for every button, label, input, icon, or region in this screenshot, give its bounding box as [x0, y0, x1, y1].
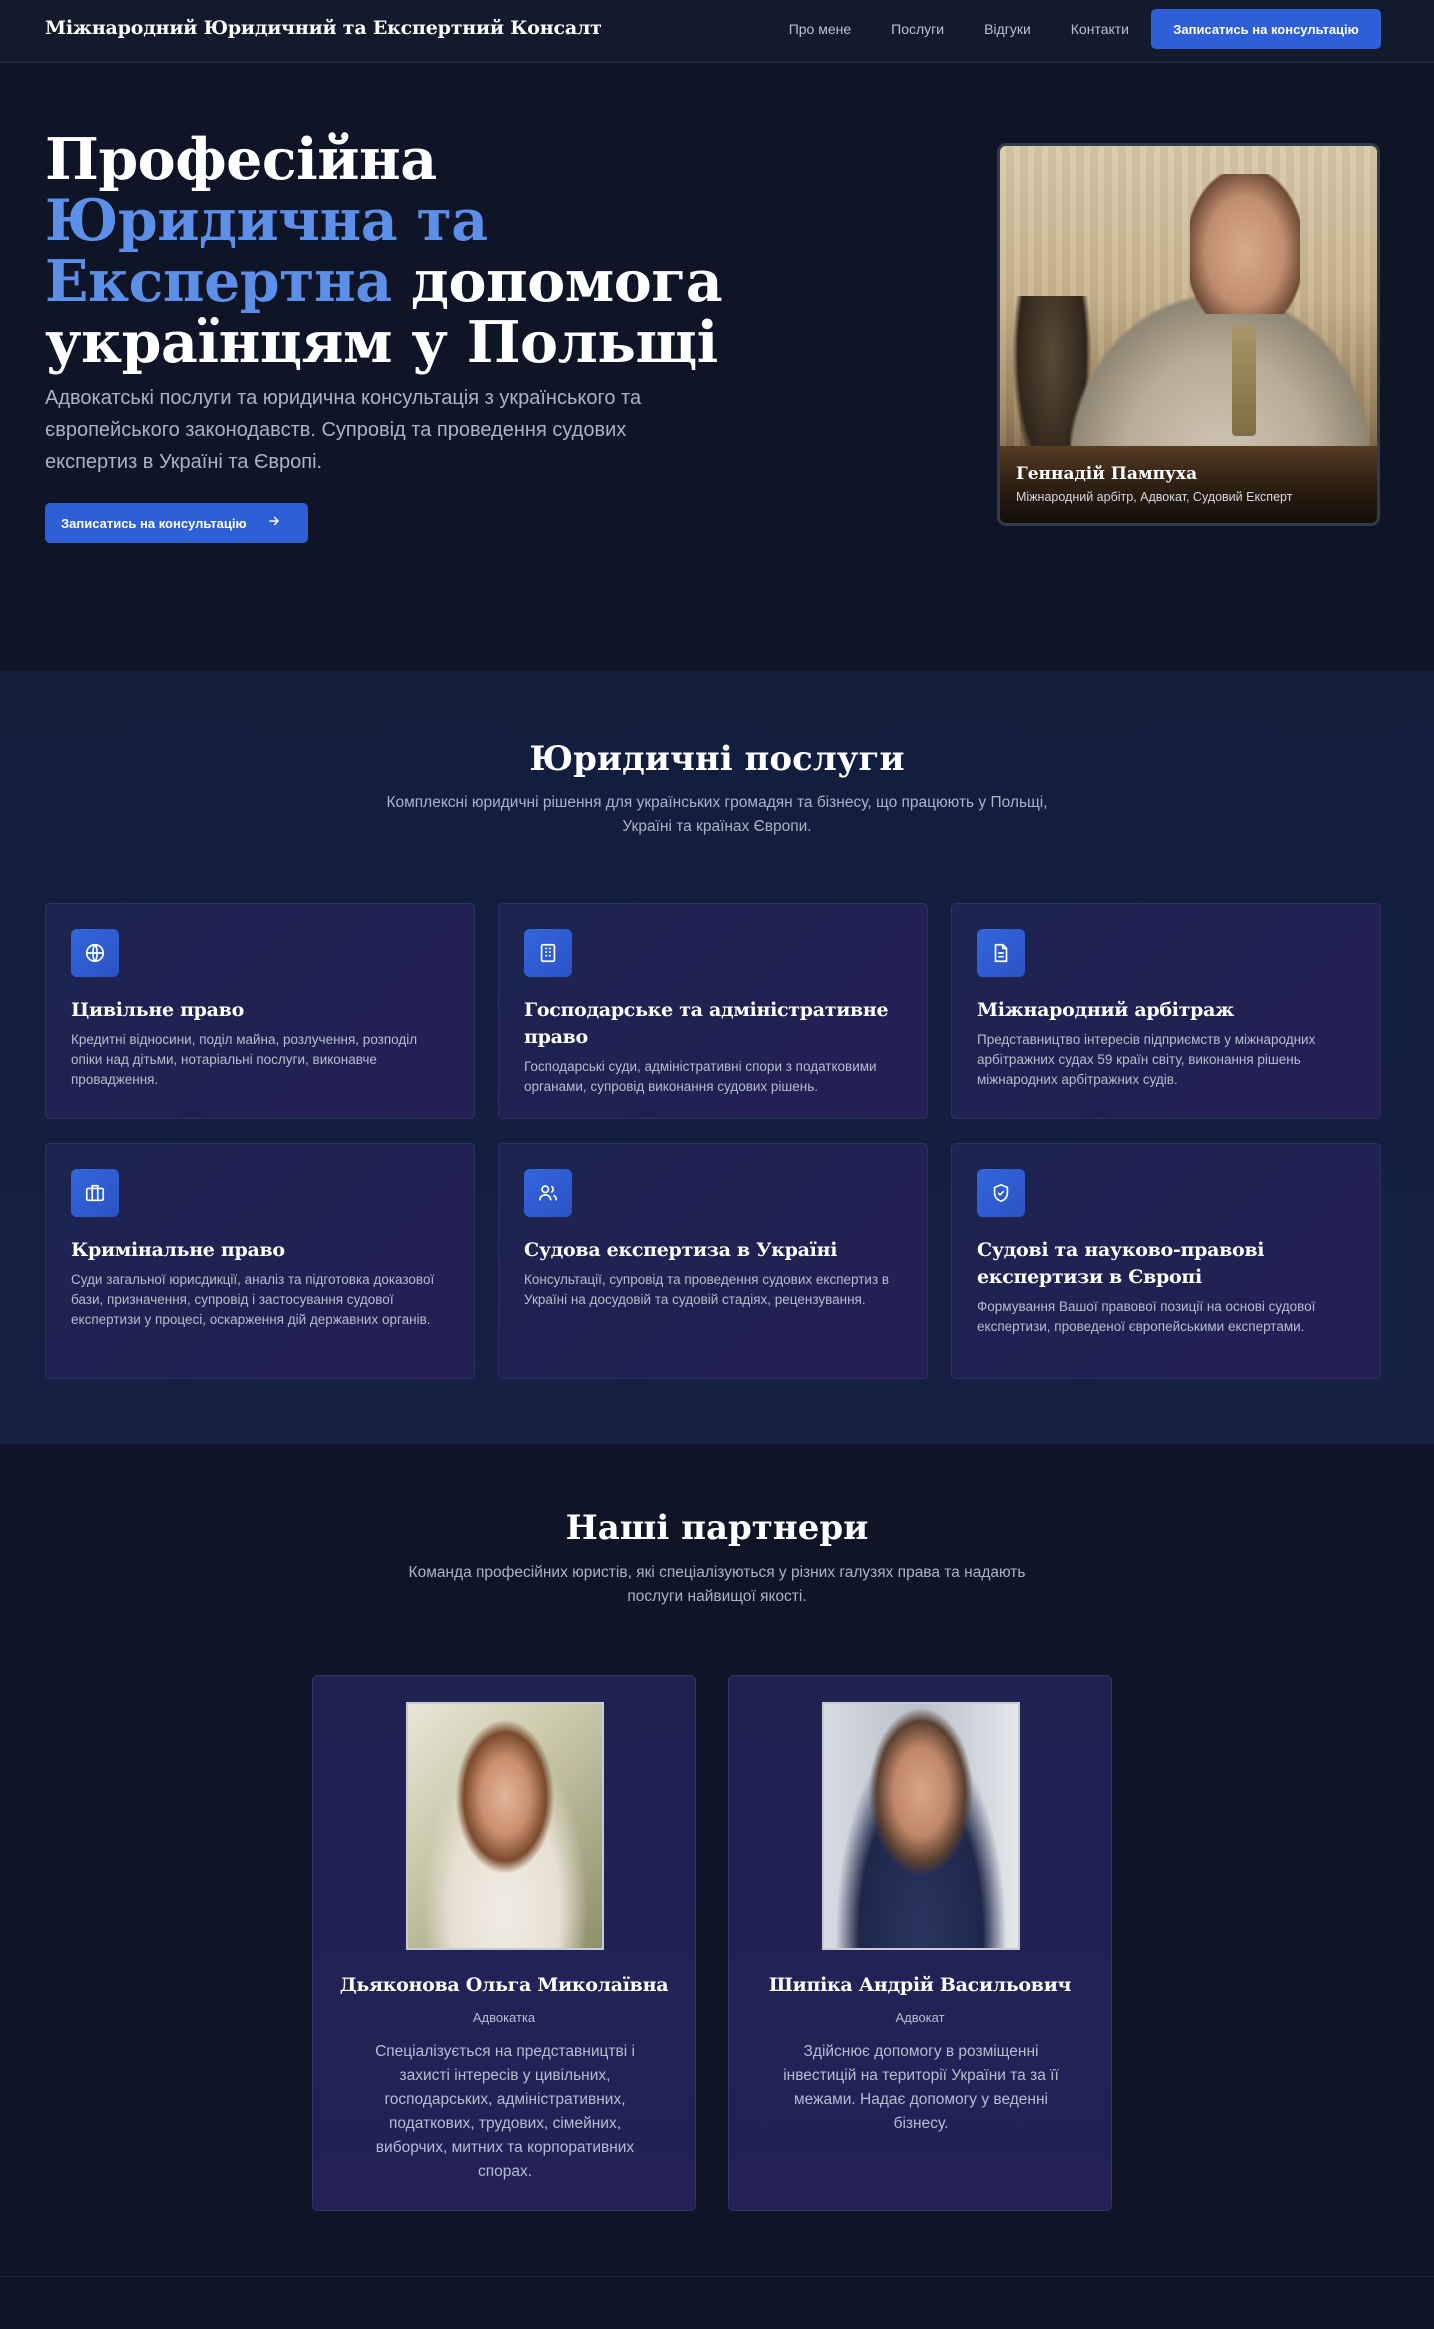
nav-link-contacts[interactable]: Контакти: [1071, 21, 1129, 37]
hero-portrait-card: Геннадій Пампуха Міжнародний арбітр, Адв…: [997, 143, 1380, 526]
hero-title-line1: Професійна: [45, 126, 437, 193]
partner-name: Дьяконова Ольга Миколаївна: [339, 1974, 669, 1996]
services-title: Юридичні послуги: [529, 739, 905, 779]
partner-card: Шипіка Андрій Васильович Адвокат Здійсню…: [728, 1675, 1112, 2211]
service-card-expertise-europe[interactable]: Судові та науково-правові експертизи в Є…: [951, 1143, 1381, 1379]
partner-card: Дьяконова Ольга Миколаївна Адвокатка Спе…: [312, 1675, 696, 2211]
globe-icon: [71, 929, 119, 977]
footer-divider: [0, 2276, 1434, 2277]
partners-title: Наші партнери: [565, 1508, 869, 1548]
briefcase-icon: [71, 1169, 119, 1217]
nav-link-about[interactable]: Про мене: [789, 21, 851, 37]
hero-title-line4: українцям у Польщі: [45, 309, 718, 376]
arrow-right-icon: [267, 514, 281, 533]
hero-section: Професійна Юридична та Експертна допомог…: [0, 63, 1434, 671]
document-icon: [977, 929, 1025, 977]
service-description: Представництво інтересів підприємств у м…: [977, 1032, 1316, 1087]
shield-check-icon: [977, 1169, 1025, 1217]
partners-section: Наші партнери Команда професійних юристі…: [0, 1444, 1434, 2329]
partner-photo: [822, 1702, 1020, 1950]
service-title: Судова експертиза в Україні: [524, 1239, 838, 1261]
partner-role: Адвокат: [895, 2010, 945, 2025]
service-title: Судові та науково-правові експертизи в Є…: [977, 1239, 1265, 1288]
service-description: Формування Вашої правової позиції на осн…: [977, 1299, 1316, 1334]
hero-title: Професійна Юридична та Експертна допомог…: [45, 129, 725, 373]
service-card-commercial[interactable]: Господарське та адміністративне право Го…: [498, 903, 928, 1119]
top-navbar: Міжнародний Юридичний та Експертний Конс…: [0, 0, 1434, 63]
nav-link-services[interactable]: Послуги: [891, 21, 944, 37]
service-card-criminal[interactable]: Кримінальне право Суди загальної юрисдик…: [45, 1143, 475, 1379]
nav-links: Про мене Послуги Відгуки Контакти: [789, 21, 1129, 37]
service-card-arbitration[interactable]: Міжнародний арбітраж Представництво інте…: [951, 903, 1381, 1119]
service-title: Міжнародний арбітраж: [977, 999, 1235, 1021]
service-card-civil[interactable]: Цивільне право Кредитні відносини, поділ…: [45, 903, 475, 1119]
hero-description: Адвокатські послуги та юридична консульт…: [45, 387, 642, 473]
partner-description: Спеціалізується на представництві і захи…: [375, 2043, 635, 2180]
services-section: Юридичні послуги Комплексні юридичні ріш…: [0, 671, 1434, 1444]
service-description: Кредитні відносини, поділ майна, розлуче…: [71, 1032, 418, 1087]
hero-title-accent2: Експертна: [45, 248, 392, 315]
portrait-person-head: [1190, 174, 1300, 314]
nav-link-reviews[interactable]: Відгуки: [984, 21, 1031, 37]
hero-title-rest2: допомога: [391, 248, 723, 315]
partner-photo: [406, 1702, 604, 1950]
service-description: Консультації, супровід та проведення суд…: [524, 1272, 890, 1307]
service-description: Господарські суди, адміністративні спори…: [524, 1059, 877, 1094]
portrait-name: Геннадій Пампуха: [1016, 464, 1198, 484]
hero-button-label: Записатись на консультацію: [61, 515, 247, 531]
partner-description: Здійснює допомогу в розміщенні інвестиці…: [783, 2043, 1059, 2132]
portrait-tie: [1232, 326, 1256, 436]
hero-title-accent1: Юридична та: [45, 187, 488, 254]
portrait-role: Міжнародний арбітр, Адвокат, Судовий Екс…: [1016, 490, 1293, 504]
nav-consultation-button[interactable]: Записатись на консультацію: [1151, 9, 1381, 49]
partners-subtitle: Команда професійних юристів, які спеціал…: [408, 1564, 1026, 1605]
building-icon: [524, 929, 572, 977]
service-title: Цивільне право: [71, 999, 244, 1021]
brand-logo-text[interactable]: Міжнародний Юридичний та Експертний Конс…: [45, 17, 602, 39]
service-title: Господарське та адміністративне право: [524, 999, 889, 1048]
users-icon: [524, 1169, 572, 1217]
hero-consultation-button[interactable]: Записатись на консультацію: [45, 503, 308, 543]
partner-role: Адвокатка: [472, 2010, 536, 2025]
partner-name: Шипіка Андрій Васильович: [768, 1974, 1072, 1996]
service-card-expertise-ukraine[interactable]: Судова експертиза в Україні Консультації…: [498, 1143, 928, 1379]
services-subtitle: Комплексні юридичні рішення для українсь…: [386, 794, 1048, 835]
service-title: Кримінальне право: [71, 1239, 285, 1261]
service-description: Суди загальної юрисдикції, аналіз та під…: [71, 1272, 435, 1327]
